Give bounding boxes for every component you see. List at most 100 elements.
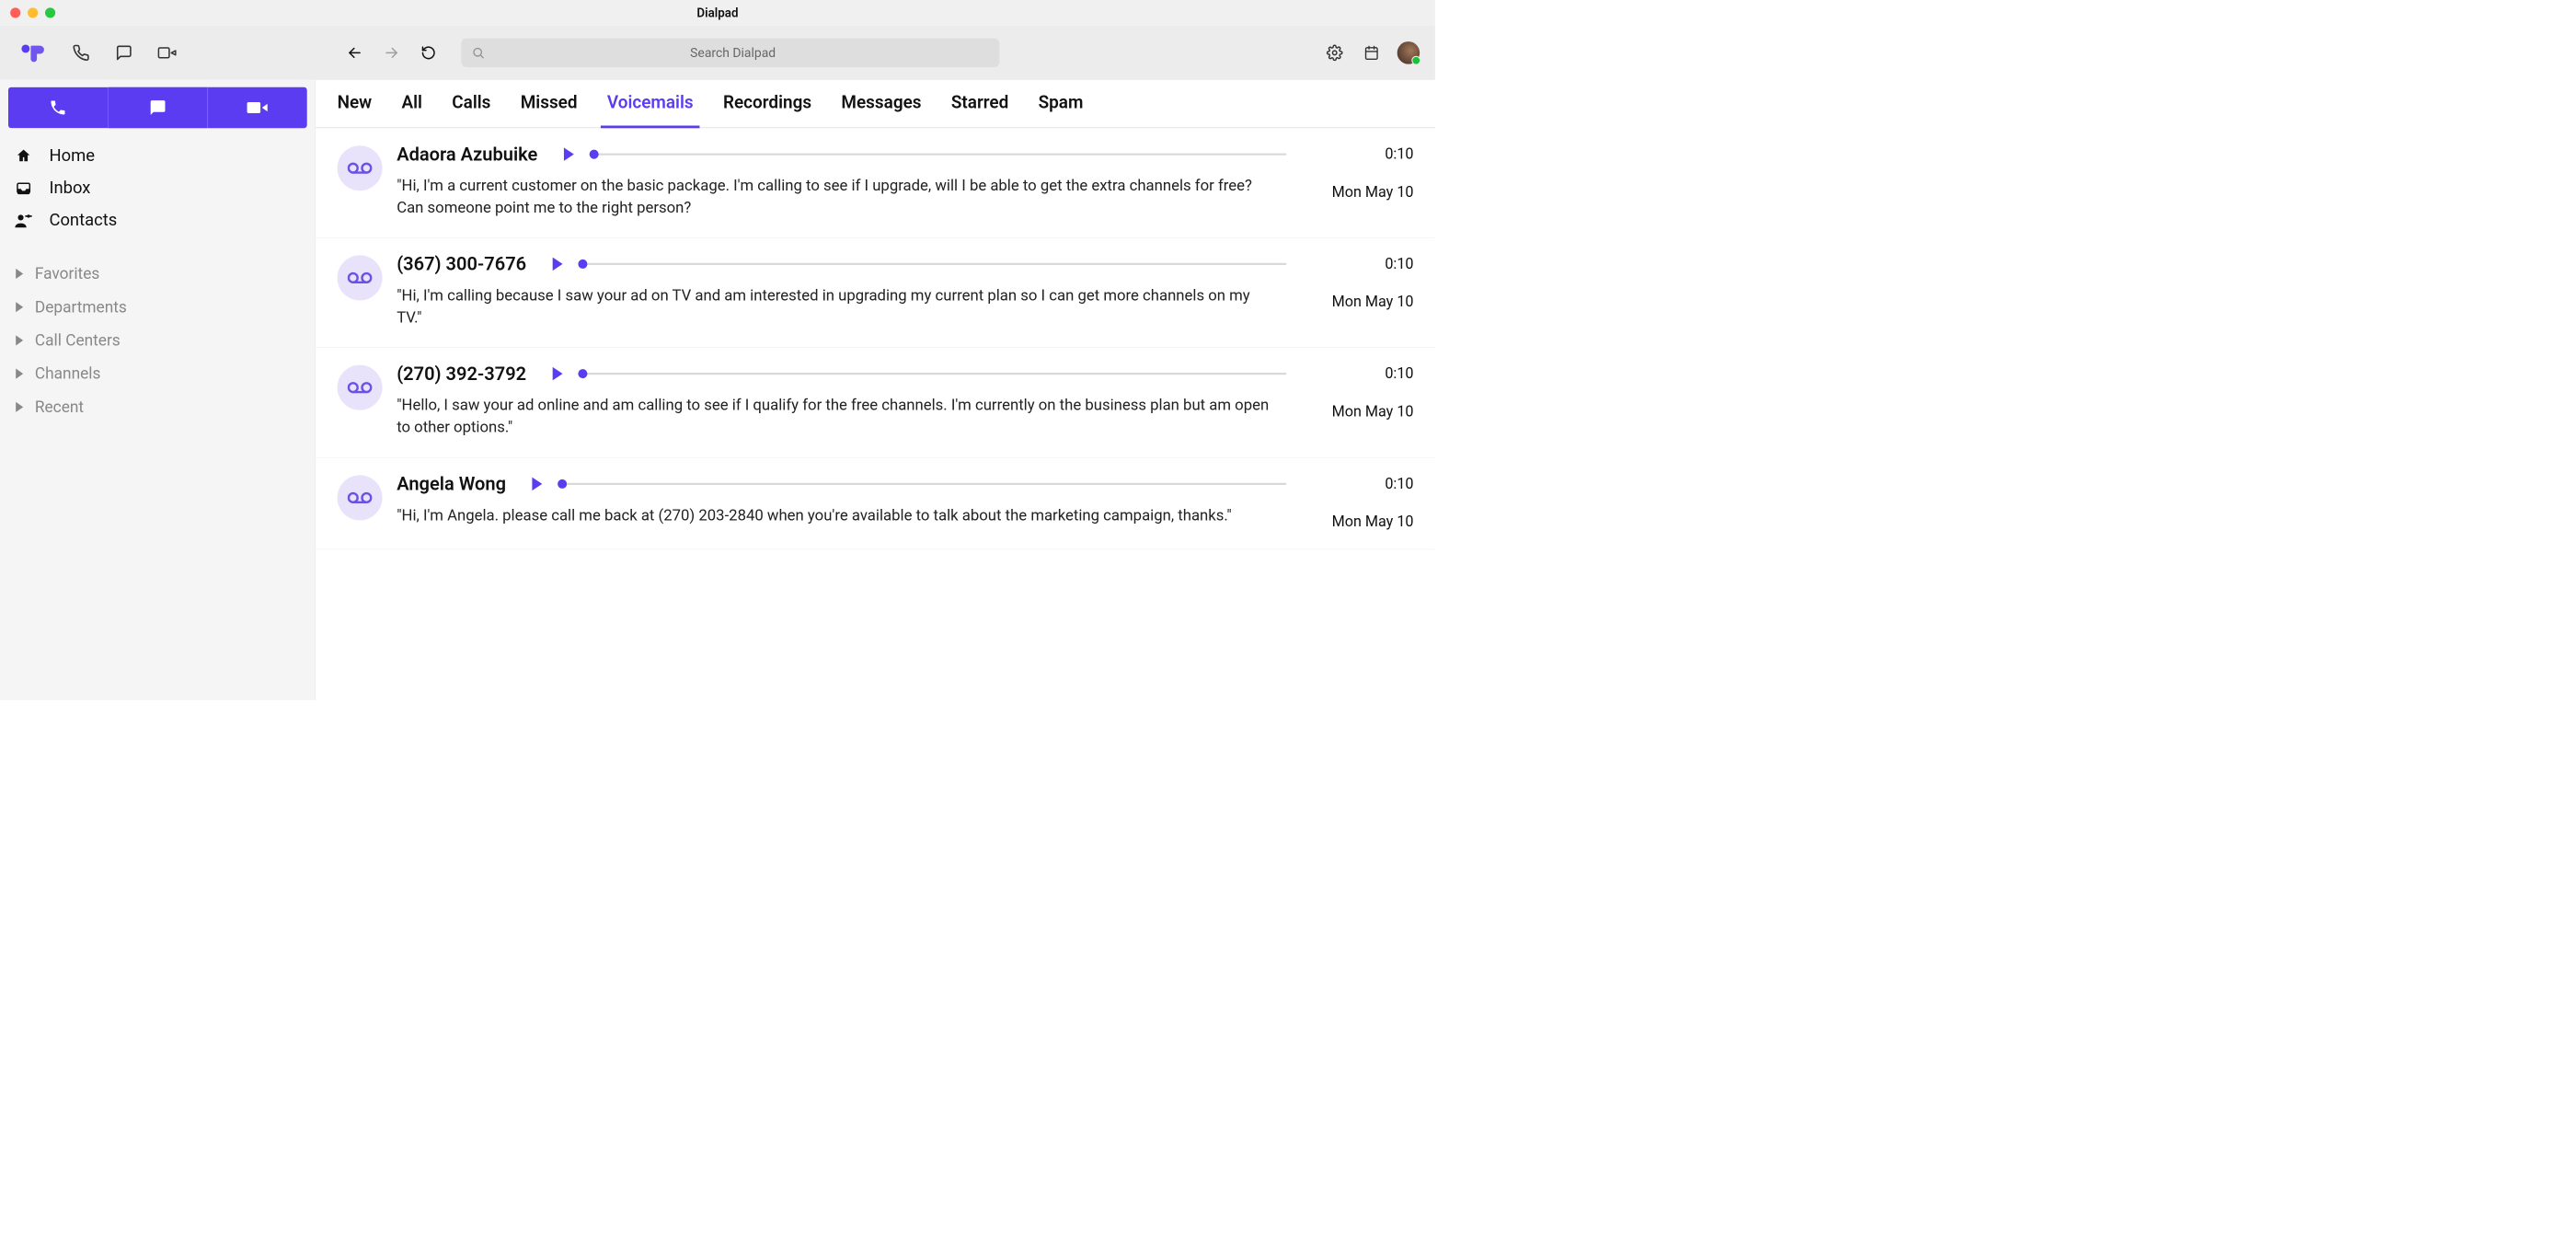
new-call-button[interactable]: [70, 41, 93, 64]
window-close-button[interactable]: [10, 7, 20, 17]
tabs: New All Calls Missed Voicemails Recordings Mes…: [316, 80, 1435, 128]
sidebar-section-favorites[interactable]: Favorites: [0, 257, 316, 290]
sidebar-section-label: Call Centers: [35, 330, 121, 350]
new-message-button[interactable]: [113, 41, 136, 64]
chevron-right-icon: [13, 368, 25, 378]
voicemail-caller: (367) 300-7676: [397, 253, 526, 274]
sidebar-item-contacts[interactable]: Contacts: [0, 204, 316, 236]
play-button[interactable]: [530, 476, 546, 491]
sidebar-section-call-centers[interactable]: Call Centers: [0, 324, 316, 357]
home-icon: [13, 147, 33, 164]
voicemail-body: (367) 300-7676 "Hi, I'm calling because I…: [397, 253, 1286, 329]
main-panel: New All Calls Missed Voicemails Recordings Mes…: [316, 80, 1435, 700]
voicemail-scrubber[interactable]: [582, 373, 1286, 375]
chevron-right-icon: [13, 335, 25, 345]
voicemail-caller: (270) 392-3792: [397, 363, 526, 385]
voicemail-icon: [338, 365, 383, 410]
voicemail-meta: 0:10 Mon May 10: [1301, 253, 1414, 329]
play-button[interactable]: [550, 366, 566, 382]
window-title: Dialpad: [696, 6, 738, 20]
sidebar-section-label: Favorites: [35, 264, 99, 283]
search-placeholder: Search Dialpad: [476, 45, 990, 60]
window-minimize-button[interactable]: [28, 7, 38, 17]
tab-spam[interactable]: Spam: [1039, 92, 1084, 127]
tab-missed[interactable]: Missed: [521, 92, 578, 127]
inbox-icon: [13, 179, 33, 196]
voicemail-date: Mon May 10: [1301, 513, 1414, 530]
window-titlebar: Dialpad: [0, 0, 1435, 26]
calendar-button[interactable]: [1361, 41, 1384, 64]
voicemail-item[interactable]: (367) 300-7676 "Hi, I'm calling because I…: [316, 238, 1435, 348]
tab-new[interactable]: New: [338, 92, 373, 127]
voicemail-date: Mon May 10: [1301, 183, 1414, 201]
voicemail-duration: 0:10: [1301, 365, 1414, 383]
tab-recordings[interactable]: Recordings: [723, 92, 811, 127]
sidebar-section-recent[interactable]: Recent: [0, 390, 316, 423]
sidebar: Home Inbox Contacts Favorites Departments Ca…: [0, 80, 316, 700]
primary-nav: Home Inbox Contacts: [0, 135, 316, 236]
sidebar-item-label: Home: [49, 145, 94, 166]
user-avatar[interactable]: [1397, 41, 1420, 64]
voicemail-item[interactable]: (270) 392-3792 "Hello, I saw your ad onli…: [316, 348, 1435, 457]
voicemail-date: Mon May 10: [1301, 294, 1414, 311]
voicemail-duration: 0:10: [1301, 256, 1414, 273]
voicemail-item[interactable]: Adaora Azubuike "Hi, I'm a current custom…: [316, 128, 1435, 237]
window-zoom-button[interactable]: [45, 7, 55, 17]
voicemail-scrubber[interactable]: [594, 154, 1287, 156]
sidebar-item-inbox[interactable]: Inbox: [0, 172, 316, 204]
settings-button[interactable]: [1323, 41, 1346, 64]
voicemail-scrubber[interactable]: [562, 483, 1286, 485]
nav-back-button[interactable]: [342, 40, 367, 65]
content: Home Inbox Contacts Favorites Departments Ca…: [0, 80, 1435, 700]
voicemail-body: Angela Wong "Hi, I'm Angela. please call …: [397, 473, 1286, 530]
sidebar-item-home[interactable]: Home: [0, 140, 316, 172]
tab-voicemails[interactable]: Voicemails: [607, 92, 694, 127]
dialpad-logo-icon: [20, 42, 45, 63]
voicemail-body: (270) 392-3792 "Hello, I saw your ad onli…: [397, 363, 1286, 439]
chevron-right-icon: [13, 269, 25, 279]
search-input[interactable]: Search Dialpad: [461, 39, 999, 67]
chevron-right-icon: [13, 302, 25, 312]
new-meeting-button[interactable]: [155, 41, 178, 64]
voicemail-item[interactable]: Angela Wong "Hi, I'm Angela. please call …: [316, 457, 1435, 549]
tab-all[interactable]: All: [401, 92, 421, 127]
voicemail-meta: 0:10 Mon May 10: [1301, 473, 1414, 530]
voicemail-icon: [338, 145, 383, 190]
voicemail-transcript: "Hi, I'm a current customer on the basic…: [397, 176, 1278, 219]
play-button[interactable]: [550, 257, 566, 272]
quick-actions: [0, 80, 316, 135]
sidebar-section-label: Channels: [35, 364, 101, 384]
refresh-button[interactable]: [416, 40, 441, 65]
voicemail-meta: 0:10 Mon May 10: [1301, 363, 1414, 439]
voicemail-transcript: "Hello, I saw your ad online and am call…: [397, 395, 1278, 438]
contacts-icon: [13, 212, 33, 228]
sidebar-item-label: Inbox: [49, 178, 90, 198]
start-message-button[interactable]: [108, 87, 207, 129]
voicemail-duration: 0:10: [1301, 475, 1414, 492]
voicemail-transcript: "Hi, I'm calling because I saw your ad o…: [397, 285, 1278, 329]
start-call-button[interactable]: [8, 87, 108, 129]
voicemail-duration: 0:10: [1301, 145, 1414, 163]
search-icon: [472, 46, 485, 59]
tab-messages[interactable]: Messages: [841, 92, 921, 127]
tab-starred[interactable]: Starred: [951, 92, 1008, 127]
chevron-right-icon: [13, 401, 25, 411]
sidebar-section-channels[interactable]: Channels: [0, 357, 316, 390]
tab-calls[interactable]: Calls: [452, 92, 490, 127]
sidebar-section-label: Recent: [35, 398, 84, 417]
voicemail-caller: Angela Wong: [397, 473, 506, 494]
voicemail-transcript: "Hi, I'm Angela. please call me back at …: [397, 504, 1278, 526]
traffic-lights: [10, 7, 55, 17]
nav-forward-button: [379, 40, 404, 65]
voicemail-date: Mon May 10: [1301, 403, 1414, 421]
sidebar-sections: Favorites Departments Call Centers Channels…: [0, 236, 316, 423]
voicemail-caller: Adaora Azubuike: [397, 144, 537, 165]
sidebar-section-label: Departments: [35, 297, 127, 317]
start-video-button[interactable]: [208, 87, 307, 129]
voicemail-icon: [338, 475, 383, 520]
voicemail-list: Adaora Azubuike "Hi, I'm a current custom…: [316, 128, 1435, 700]
play-button[interactable]: [561, 146, 577, 162]
voicemail-meta: 0:10 Mon May 10: [1301, 144, 1414, 219]
voicemail-scrubber[interactable]: [582, 263, 1286, 265]
sidebar-section-departments[interactable]: Departments: [0, 290, 316, 323]
